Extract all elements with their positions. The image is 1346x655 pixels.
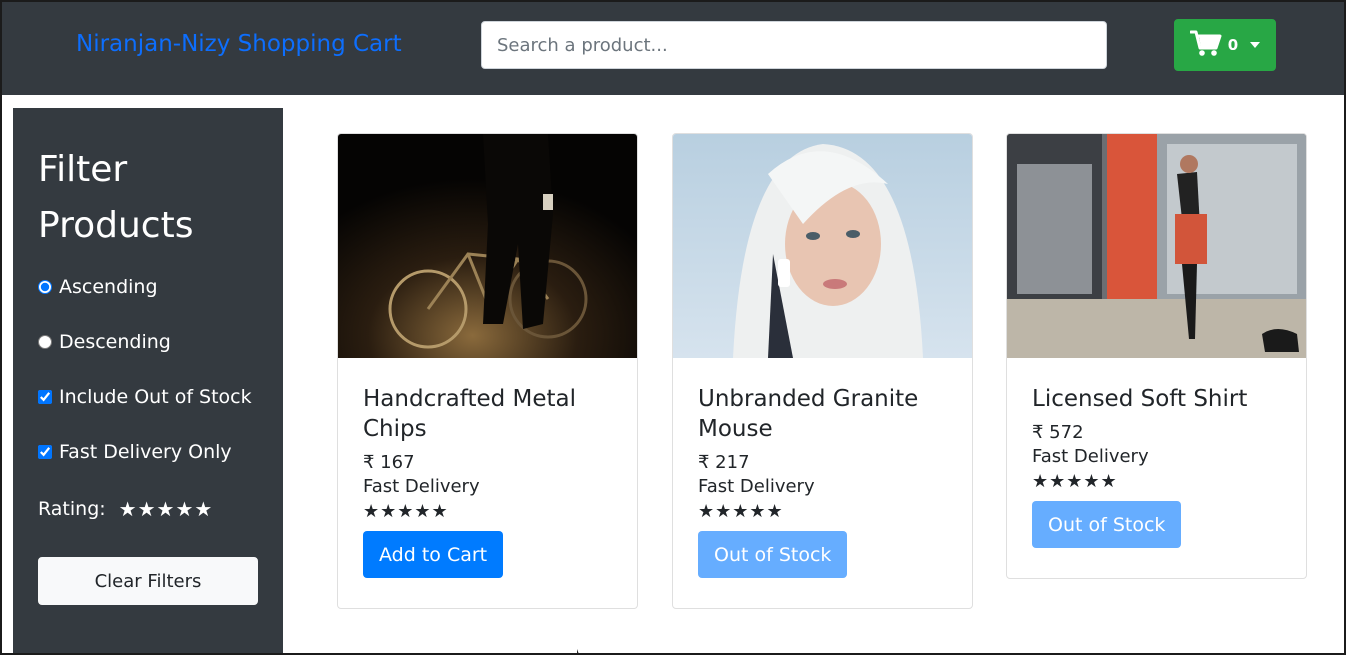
product-card-body: Licensed Soft Shirt ₹ 572 Fast Delivery … [1032,384,1287,548]
star-rating-icon: ★★★★★ [698,501,784,522]
delivery-info: Fast Delivery [363,476,480,497]
clear-filters-button[interactable]: Clear Filters [38,557,258,605]
app-window: Niranjan-Nizy Shopping Cart 0 Filter Pro… [0,0,1346,655]
sort-descending-radio[interactable] [38,335,52,349]
product-card: Handcrafted Metal Chips ₹ 167 Fast Deliv… [337,133,638,609]
product-card-body: Unbranded Granite Mouse ₹ 217 Fast Deliv… [698,384,953,578]
include-out-of-stock-checkbox[interactable] [38,390,52,404]
filter-sidebar: Filter Products Ascending Descending Inc… [13,108,283,653]
sort-ascending-option[interactable]: Ascending [38,276,158,298]
brand-link[interactable]: Niranjan-Nizy Shopping Cart [76,31,402,57]
filter-title: Filter Products [38,149,194,246]
sort-descending-option[interactable]: Descending [38,331,171,353]
out-of-stock-button[interactable]: Out of Stock [698,531,848,578]
fast-delivery-label: Fast Delivery Only [59,441,232,463]
fast-delivery-checkbox[interactable] [38,445,52,459]
fast-delivery-option[interactable]: Fast Delivery Only [38,441,232,463]
add-to-cart-button[interactable]: Add to Cart [363,531,504,578]
product-card: Unbranded Granite Mouse ₹ 217 Fast Deliv… [672,133,973,609]
product-image [1007,134,1306,358]
product-name: Handcrafted Metal Chips [363,386,577,442]
cart-count-badge: 0 [1227,36,1239,54]
mouse-pointer-icon [577,649,580,653]
star-rating-icon: ★★★★★ [363,501,449,522]
chevron-down-icon [1250,42,1261,48]
sort-descending-label: Descending [59,331,171,353]
include-out-of-stock-option[interactable]: Include Out of Stock [38,386,252,408]
product-price: ₹ 217 [698,452,750,473]
product-name: Unbranded Granite Mouse [698,386,919,442]
navbar: Niranjan-Nizy Shopping Cart 0 [2,2,1344,95]
product-card: Licensed Soft Shirt ₹ 572 Fast Delivery … [1006,133,1307,579]
search-input[interactable] [481,21,1107,69]
product-image [338,134,637,358]
product-price: ₹ 167 [363,452,415,473]
rating-stars-icon[interactable]: ★★★★★ [119,497,214,521]
sort-ascending-label: Ascending [59,276,158,298]
rating-label: Rating: [38,498,106,520]
product-card-body: Handcrafted Metal Chips ₹ 167 Fast Deliv… [363,384,618,578]
product-image [673,134,972,358]
delivery-info: Fast Delivery [1032,446,1149,467]
delivery-info: Fast Delivery [698,476,815,497]
include-out-of-stock-label: Include Out of Stock [59,386,252,408]
product-price: ₹ 572 [1032,422,1084,443]
rating-filter: Rating: ★★★★★ [38,497,213,521]
cart-dropdown-button[interactable]: 0 [1174,19,1276,71]
out-of-stock-button[interactable]: Out of Stock [1032,501,1182,548]
shopping-cart-icon [1189,29,1222,61]
product-name: Licensed Soft Shirt [1032,386,1248,412]
star-rating-icon: ★★★★★ [1032,471,1118,492]
sort-ascending-radio[interactable] [38,280,52,294]
